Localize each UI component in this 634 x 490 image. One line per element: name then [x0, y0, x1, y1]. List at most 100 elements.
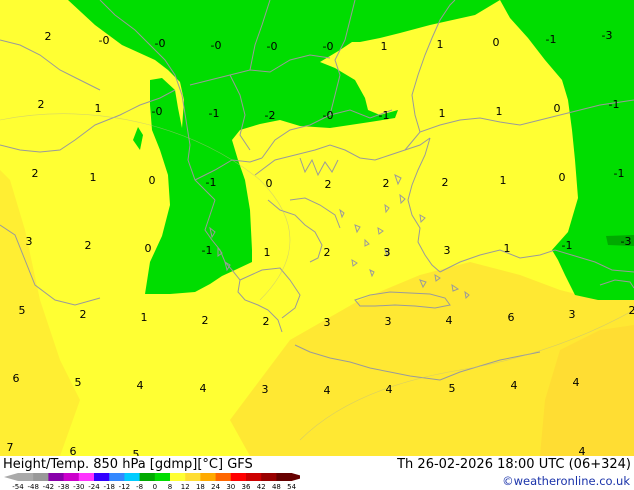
temperature-label: 3 — [262, 383, 269, 396]
temperature-label: 2 — [38, 98, 45, 111]
temperature-label: 1 — [95, 102, 102, 115]
temperature-label: 1 — [504, 242, 511, 255]
map-title: Height/Temp. 850 hPa [gdmp][°C] GFS — [3, 457, 253, 472]
temperature-label: -1 — [609, 98, 620, 111]
map-datetime: Th 26-02-2026 18:00 UTC (06+324) — [397, 457, 631, 472]
color-scale-tick-label: -30 — [73, 483, 84, 490]
color-scale-tick-label: -48 — [27, 483, 38, 490]
color-scale-tick-label: -54 — [12, 483, 24, 490]
temperature-label: 1 — [500, 174, 507, 187]
color-scale-tick-label: 0 — [153, 483, 157, 490]
temperature-label: -1 — [379, 109, 390, 122]
temperature-label: 4 — [573, 376, 580, 389]
temperature-label: -1 — [562, 239, 573, 252]
color-scale-swatch — [154, 473, 171, 481]
color-scale-tick-label: 24 — [211, 483, 220, 490]
temperature-label: -1 — [202, 244, 213, 257]
temperature-label: 4 — [324, 384, 331, 397]
color-scale-tick-label: 42 — [257, 483, 266, 490]
color-scale-swatch — [230, 473, 247, 481]
temperature-label: 4 — [200, 382, 207, 395]
temperature-label: -0 — [152, 105, 163, 118]
temperature-label: 2 — [325, 178, 332, 191]
temperature-label: 0 — [149, 174, 156, 187]
temperature-label: 2 — [324, 246, 331, 259]
temperature-label: 3 — [385, 315, 392, 328]
color-scale-tick-label: 8 — [168, 483, 172, 490]
color-scale-swatch — [276, 473, 293, 481]
temperature-label: 4 — [446, 314, 453, 327]
credit-link[interactable]: ©weatheronline.co.uk — [502, 474, 630, 488]
color-scale-tick-label: -12 — [119, 483, 130, 490]
temperature-label: 2 — [383, 177, 390, 190]
temperature-label: 3 — [569, 308, 576, 321]
color-scale-swatch — [215, 473, 232, 481]
temperature-label: 2 — [85, 239, 92, 252]
map-footer: Height/Temp. 850 hPa [gdmp][°C] GFS Th 2… — [0, 456, 634, 490]
temperature-label: -1 — [614, 167, 625, 180]
temperature-label: 2 — [80, 308, 87, 321]
temperature-label: 0 — [493, 36, 500, 49]
color-scale-arrow-left — [4, 473, 18, 481]
color-scale-swatch — [94, 473, 110, 481]
temperature-label: 0 — [145, 242, 152, 255]
temperature-label: 0 — [559, 171, 566, 184]
color-scale-bars — [4, 473, 300, 481]
temperature-label: -1 — [546, 33, 557, 46]
color-scale-tick-label: 36 — [242, 483, 251, 490]
color-scale-swatch — [170, 473, 186, 481]
color-scale-swatch — [48, 473, 65, 481]
temperature-label: 3 — [26, 235, 33, 248]
color-scale-swatch — [109, 473, 125, 481]
temperature-label: 0 — [554, 102, 561, 115]
temperature-label: -0 — [323, 40, 334, 53]
temperature-label: 1 — [496, 105, 503, 118]
color-scale-swatch — [261, 473, 277, 481]
temperature-label: 1 — [439, 107, 446, 120]
color-scale-tick-label: 54 — [287, 483, 296, 490]
color-scale: -54 -48 -42 -38 -30 -24 -18 -12 -8 0 8 12 18 24 30 36 42… — [4, 473, 300, 490]
color-scale-swatch — [33, 473, 49, 481]
temperature-label: 2 — [263, 315, 270, 328]
color-scale-tick-label: -42 — [43, 483, 54, 490]
temperature-label: -1 — [209, 107, 220, 120]
temperature-label: -0 — [155, 37, 166, 50]
temperature-label: 2 — [629, 304, 634, 317]
temperature-label: 1 — [264, 246, 271, 259]
color-scale-swatch — [200, 473, 217, 481]
temperature-label: 2 — [202, 314, 209, 327]
temperature-label: -3 — [621, 235, 632, 248]
temperature-label: -1 — [206, 176, 217, 189]
color-scale-ticks: -54 -48 -42 -38 -30 -24 -18 -12 -8 0 8 12 18 24 30 36 42… — [12, 483, 296, 490]
temperature-label: 3 — [384, 246, 391, 259]
color-scale-swatch — [185, 473, 201, 481]
color-scale-tick-label: 18 — [196, 483, 205, 490]
temperature-label: 1 — [437, 38, 444, 51]
temperature-label: -0 — [211, 39, 222, 52]
color-scale-swatch — [124, 473, 141, 481]
color-scale-tick-label: 12 — [181, 483, 190, 490]
temperature-label: -0 — [323, 109, 334, 122]
temperature-label: -3 — [602, 29, 613, 42]
color-scale-tick-label: 48 — [272, 483, 281, 490]
temperature-label: 4 — [386, 383, 393, 396]
temperature-label: -0 — [267, 40, 278, 53]
temperature-label: 5 — [75, 376, 82, 389]
temperature-label: 1 — [381, 40, 388, 53]
color-scale-tick-label: -38 — [58, 483, 69, 490]
temperature-label: 1 — [141, 311, 148, 324]
color-scale-tick-label: 30 — [226, 483, 235, 490]
temperature-label: 5 — [449, 382, 456, 395]
temperature-label: 1 — [90, 171, 97, 184]
temperature-label: 6 — [508, 311, 515, 324]
color-scale-arrow-right — [291, 473, 300, 481]
temperature-label: 3 — [324, 316, 331, 329]
temperature-label: -2 — [265, 109, 276, 122]
color-scale-swatch — [246, 473, 262, 481]
temperature-label: 7 — [7, 441, 14, 454]
temperature-label: -0 — [99, 34, 110, 47]
temperature-label: 6 — [13, 372, 20, 385]
color-scale-tick-label: -8 — [136, 483, 143, 490]
temperature-label: 5 — [19, 304, 26, 317]
weather-map: 2 -0 -0 -0 -0 -0 1 1 0 -1 -32 1 -0 -1 -2 -0 -1 1 1 0 -12 1 0 -1… — [0, 0, 634, 490]
